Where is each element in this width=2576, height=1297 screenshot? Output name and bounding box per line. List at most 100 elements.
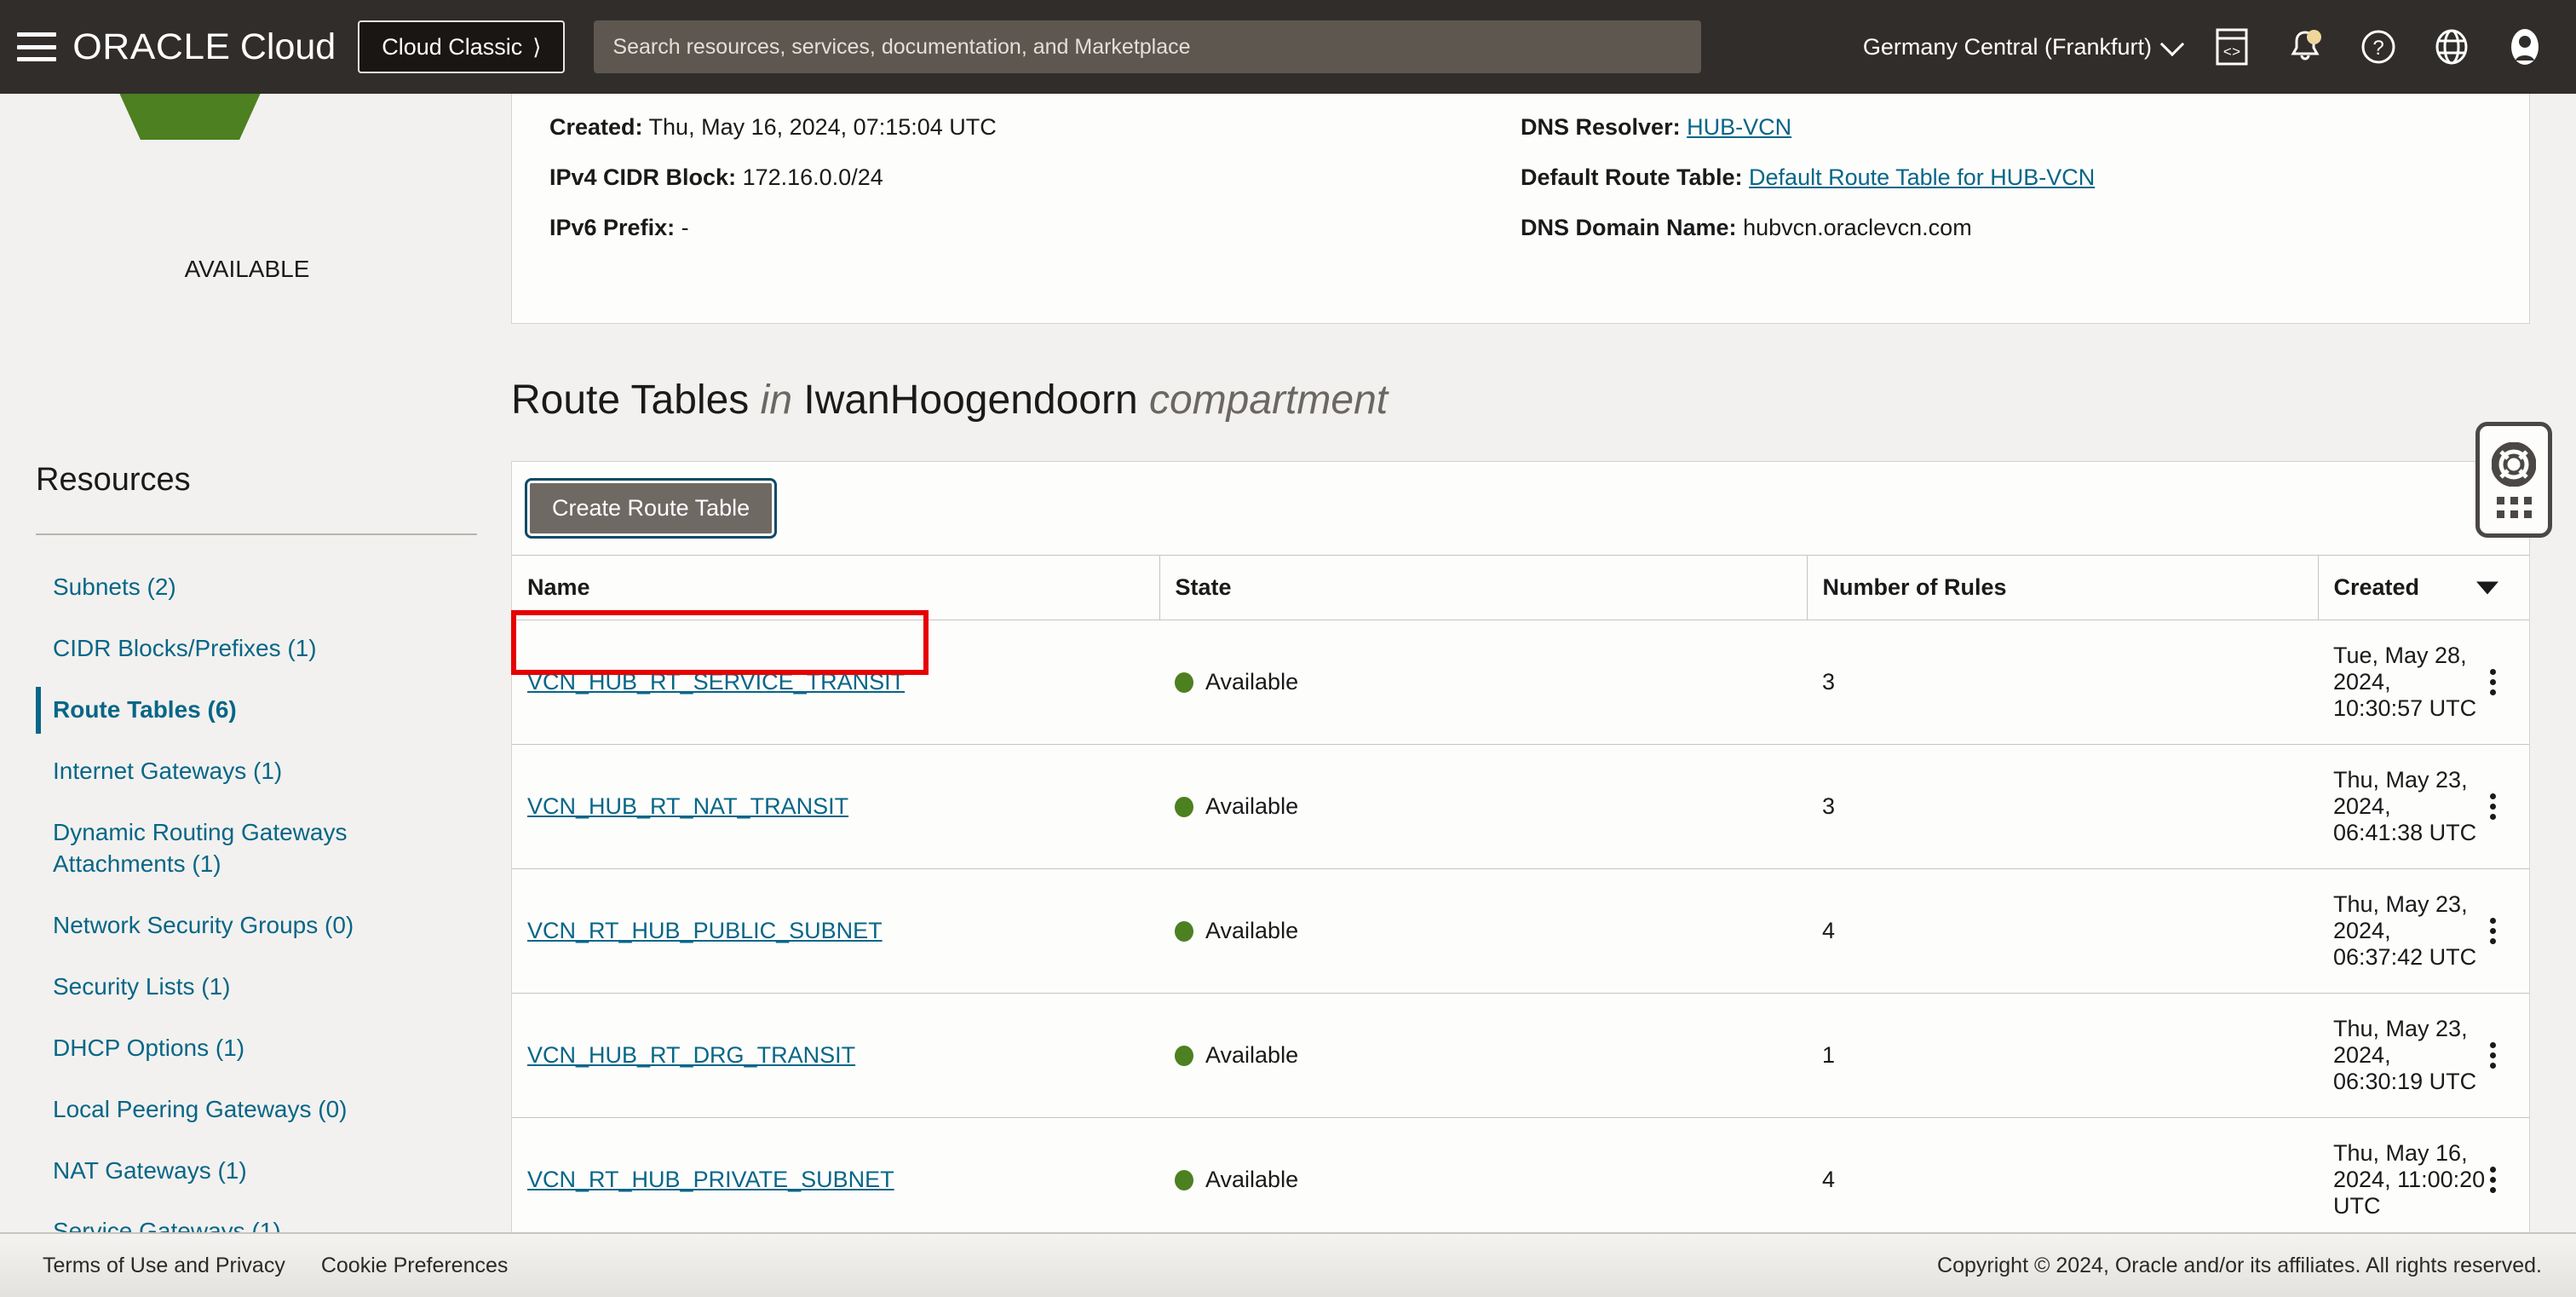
header-actions: Germany Central (Frankfurt) <> ? <box>1863 25 2576 69</box>
sidebar-divider <box>36 533 477 535</box>
detail-created: Created: Thu, May 16, 2024, 07:15:04 UTC <box>549 114 1521 141</box>
created-value: Tue, May 28, 2024, 10:30:57 UTC <box>2333 643 2477 721</box>
sidebar-item-nat-gateways[interactable]: NAT Gateways (1) <box>0 1148 400 1195</box>
global-search <box>594 20 1702 73</box>
page-footer: Terms of Use and Privacy Cookie Preferen… <box>0 1232 2576 1297</box>
sidebar-item-route-tables[interactable]: Route Tables (6) <box>0 686 400 734</box>
logo-cloud-text: Cloud <box>239 26 336 67</box>
copyright-text: Copyright © 2024, Oracle and/or its affi… <box>1937 1253 2542 1277</box>
detail-dns-domain-name: DNS Domain Name: hubvcn.oraclevcn.com <box>1521 215 2492 241</box>
column-header-number-of-rules[interactable]: Number of Rules <box>1807 555 2319 620</box>
row-actions-menu-icon[interactable] <box>2486 793 2500 820</box>
created-value: Thu, May 23, 2024, 06:30:19 UTC <box>2333 1016 2477 1094</box>
detail-ipv4-cidr: IPv4 CIDR Block: 172.16.0.0/24 <box>549 164 1521 191</box>
cookie-preferences-link[interactable]: Cookie Preferences <box>321 1254 509 1278</box>
sidebar-item-cidr-blocks[interactable]: CIDR Blocks/Prefixes (1) <box>0 625 400 672</box>
status-dot-icon <box>1175 920 1193 942</box>
terms-of-use-link[interactable]: Terms of Use and Privacy <box>43 1254 285 1278</box>
column-header-created[interactable]: Created <box>2318 555 2529 620</box>
oracle-cloud-logo[interactable]: ORACLE Cloud <box>72 26 336 68</box>
table-row: VCN_HUB_RT_DRG_TRANSIT Available 1 Thu, … <box>512 993 2529 1118</box>
sidebar-item-dhcp-options[interactable]: DHCP Options (1) <box>0 1025 400 1072</box>
vcn-details-left-column: Created: Thu, May 16, 2024, 07:15:04 UTC… <box>549 114 1521 265</box>
cell-rules: 4 <box>1807 868 2318 994</box>
page-title-prefix: Route Tables <box>511 378 750 423</box>
sidebar-item-local-peering-gateways[interactable]: Local Peering Gateways (0) <box>0 1087 400 1133</box>
detail-ipv4-cidr-value: 172.16.0.0/24 <box>742 164 883 190</box>
life-preserver-icon <box>2492 441 2536 487</box>
search-input[interactable] <box>594 20 1702 73</box>
region-selector[interactable]: Germany Central (Frankfurt) <box>1863 32 2185 61</box>
status-dot-icon <box>1175 1169 1193 1190</box>
cell-rules: 1 <box>1807 993 2318 1118</box>
route-table-link[interactable]: VCN_HUB_RT_SERVICE_TRANSIT <box>527 669 905 695</box>
detail-ipv4-cidr-label: IPv4 CIDR Block: <box>549 164 737 190</box>
sort-descending-icon[interactable] <box>2476 581 2498 594</box>
help-question-icon[interactable]: ? <box>2356 25 2401 69</box>
detail-dns-domain-name-label: DNS Domain Name: <box>1521 215 1737 240</box>
detail-dns-resolver-label: DNS Resolver: <box>1521 114 1681 140</box>
cell-name: VCN_RT_HUB_PRIVATE_SUBNET <box>512 1117 1159 1242</box>
hamburger-menu-icon[interactable] <box>17 32 56 61</box>
sidebar-item-network-security-groups[interactable]: Network Security Groups (0) <box>0 902 400 949</box>
detail-created-label: Created: <box>549 114 643 140</box>
sidebar-heading: Resources <box>36 462 191 498</box>
logo-oracle-text: ORACLE <box>72 26 231 67</box>
row-actions-menu-icon[interactable] <box>2486 918 2500 944</box>
page-title: Route Tables in IwanHoogendoorn compartm… <box>511 324 2576 424</box>
sidebar-item-internet-gateways[interactable]: Internet Gateways (1) <box>0 748 400 795</box>
detail-dns-domain-name-value: hubvcn.oraclevcn.com <box>1743 215 1972 240</box>
route-table-link[interactable]: VCN_RT_HUB_PRIVATE_SUBNET <box>527 1167 894 1192</box>
created-value: Thu, May 16, 2024, 11:00:20 UTC <box>2333 1140 2486 1219</box>
drag-handle-dots-icon[interactable] <box>2496 496 2532 518</box>
table-row: VCN_RT_HUB_PRIVATE_SUBNET Available 4 Th… <box>512 1117 2529 1242</box>
cell-name: VCN_HUB_RT_NAT_TRANSIT <box>512 744 1159 869</box>
cell-created: Tue, May 28, 2024, 10:30:57 UTC <box>2318 620 2529 745</box>
cloud-classic-button[interactable]: Cloud Classic ⟩ <box>358 20 566 73</box>
status-dot-icon <box>1175 796 1193 817</box>
cell-state: Available <box>1159 620 1807 745</box>
created-value: Thu, May 23, 2024, 06:37:42 UTC <box>2333 891 2477 970</box>
top-navigation-bar: ORACLE Cloud Cloud Classic ⟩ Germany Cen… <box>0 0 2576 94</box>
cell-name: VCN_RT_HUB_PUBLIC_SUBNET <box>512 868 1159 994</box>
help-support-widget[interactable] <box>2475 422 2552 538</box>
route-table-link[interactable]: VCN_RT_HUB_PUBLIC_SUBNET <box>527 918 883 943</box>
create-route-table-button[interactable]: Create Route Table <box>524 478 778 539</box>
cell-state: Available <box>1159 1117 1807 1242</box>
column-header-name[interactable]: Name <box>512 555 1160 620</box>
row-actions-menu-icon[interactable] <box>2486 1042 2500 1069</box>
sidebar-item-security-lists[interactable]: Security Lists (1) <box>0 964 400 1011</box>
route-tables-card: Create Route Table Name State Number of … <box>511 461 2530 1297</box>
sidebar-list: Subnets (2) CIDR Blocks/Prefixes (1) Rou… <box>0 564 511 1297</box>
detail-default-route-table-label: Default Route Table: <box>1521 164 1743 190</box>
chevron-down-icon <box>2159 32 2185 57</box>
state-label: Available <box>1205 793 1299 819</box>
cloud-shell-icon[interactable]: <> <box>2210 25 2254 69</box>
status-dot-icon <box>1175 1045 1193 1066</box>
route-tables-table: Name State Number of Rules Created VCN_H… <box>512 555 2529 1297</box>
sidebar-item-drg-attachments[interactable]: Dynamic Routing Gateways Attachments (1) <box>0 810 400 888</box>
sidebar-item-subnets[interactable]: Subnets (2) <box>0 564 400 611</box>
route-table-link[interactable]: VCN_HUB_RT_NAT_TRANSIT <box>527 793 848 819</box>
detail-default-route-table-link[interactable]: Default Route Table for HUB-VCN <box>1749 164 2095 190</box>
state-label: Available <box>1205 669 1299 695</box>
row-actions-menu-icon[interactable] <box>2485 669 2500 695</box>
cloud-classic-label: Cloud Classic <box>382 33 523 60</box>
table-header-row: Name State Number of Rules Created <box>512 555 2529 620</box>
detail-ipv6-prefix-value: - <box>681 215 689 240</box>
route-table-link[interactable]: VCN_HUB_RT_DRG_TRANSIT <box>527 1042 855 1068</box>
detail-dns-resolver-link[interactable]: HUB-VCN <box>1687 114 1791 140</box>
column-header-created-label: Created <box>2333 574 2420 600</box>
detail-created-value: Thu, May 16, 2024, 07:15:04 UTC <box>648 114 997 140</box>
svg-text:<>: <> <box>2223 45 2240 61</box>
page-title-in: in <box>760 378 793 423</box>
chevron-right-icon: ⟩ <box>532 34 542 60</box>
user-avatar-icon[interactable] <box>2503 25 2547 69</box>
created-value: Thu, May 23, 2024, 06:41:38 UTC <box>2333 767 2477 845</box>
column-header-state[interactable]: State <box>1159 555 1808 620</box>
status-badge: AVAILABLE <box>184 256 310 282</box>
notifications-bell-icon[interactable] <box>2283 25 2327 69</box>
row-actions-menu-icon[interactable] <box>2485 1167 2500 1193</box>
main-content: Route Tables in IwanHoogendoorn compartm… <box>511 324 2576 1297</box>
language-globe-icon[interactable] <box>2429 25 2474 69</box>
